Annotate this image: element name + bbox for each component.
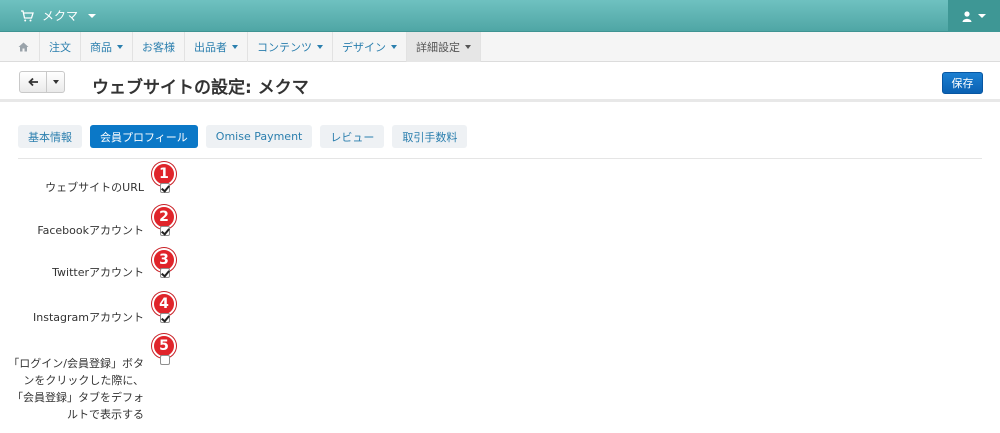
chevron-down-icon: [52, 80, 59, 84]
tab-3[interactable]: レビュー: [320, 125, 385, 148]
chevron-down-icon: [317, 45, 323, 49]
field-checkbox[interactable]: [160, 355, 170, 365]
home-icon: [18, 42, 29, 52]
menu-item-4[interactable]: コンテンツ: [248, 32, 333, 62]
field-label-line: ルトで表示する: [67, 408, 144, 421]
top-navbar: メクマ: [0, 0, 1000, 32]
chevron-down-icon: [391, 45, 397, 49]
field-label: Twitterアカウント: [52, 266, 144, 279]
field-label-line: 「会員登録」タブをデフォ: [12, 391, 144, 404]
store-name: メクマ: [42, 9, 79, 23]
user-icon: [962, 10, 972, 22]
cart-icon: [21, 9, 34, 21]
settings-tabs: 基本情報 会員プロフィール Omise Payment レビュー 取引手数料: [18, 125, 468, 148]
tab-0[interactable]: 基本情報: [18, 125, 82, 148]
menu-item-label: コンテンツ: [257, 41, 312, 54]
tabs-divider: [18, 158, 982, 159]
field-label: 「ログイン/会員登録」ボタンをクリックした際に、「会員登録」タブをデフォルトで表…: [0, 355, 144, 423]
menu-item-label: 出品者: [194, 41, 227, 54]
back-button[interactable]: [19, 71, 47, 93]
arrow-left-icon: [27, 77, 38, 87]
tab-2[interactable]: Omise Payment: [205, 125, 313, 148]
page-header: ウェブサイトの設定: メクマ 保存: [0, 62, 1000, 102]
chevron-down-icon: [978, 14, 986, 18]
tab-1[interactable]: 会員プロフィール: [90, 125, 198, 148]
back-button-group: [19, 71, 65, 93]
field-checkbox[interactable]: [160, 268, 170, 278]
save-button[interactable]: 保存: [942, 72, 983, 94]
home-link[interactable]: [8, 32, 40, 62]
menu-item-label: 商品: [90, 41, 112, 54]
field-checkbox[interactable]: [160, 226, 170, 236]
chevron-down-icon: [465, 45, 471, 49]
field-label-line: 「ログイン/会員登録」ボタ: [8, 357, 144, 370]
tab-4[interactable]: 取引手数料: [392, 125, 468, 148]
menu-item-0[interactable]: 注文: [40, 32, 81, 62]
menu-item-label: 詳細設定: [416, 41, 460, 54]
chevron-down-icon: [117, 45, 123, 49]
menu-item-label: デザイン: [342, 41, 386, 54]
field-label: Facebookアカウント: [37, 224, 144, 237]
menu-item-label: お客様: [142, 41, 175, 54]
menu-item-3[interactable]: 出品者: [185, 32, 248, 62]
field-label: Instagramアカウント: [33, 311, 144, 324]
main-menu: 注文 商品 お客様 出品者 コンテンツ デザイン 詳細設定: [0, 32, 1000, 62]
chevron-down-icon: [88, 13, 97, 18]
menu-item-label: 注文: [49, 41, 71, 54]
chevron-down-icon: [232, 45, 238, 49]
back-dropdown-toggle[interactable]: [47, 71, 65, 93]
field-checkbox[interactable]: [160, 313, 170, 323]
menu-item-2[interactable]: お客様: [133, 32, 185, 62]
menu-item-5[interactable]: デザイン: [333, 32, 407, 62]
store-switcher[interactable]: メクマ: [20, 7, 97, 24]
page-title: ウェブサイトの設定: メクマ: [92, 78, 309, 98]
field-label-line: ンをクリックした際に、: [23, 374, 144, 387]
field-label: ウェブサイトのURL: [45, 181, 144, 194]
user-menu-button[interactable]: [948, 0, 1000, 32]
menu-item-1[interactable]: 商品: [81, 32, 133, 62]
menu-item-6[interactable]: 詳細設定: [407, 32, 481, 62]
field-checkbox[interactable]: [160, 183, 170, 193]
